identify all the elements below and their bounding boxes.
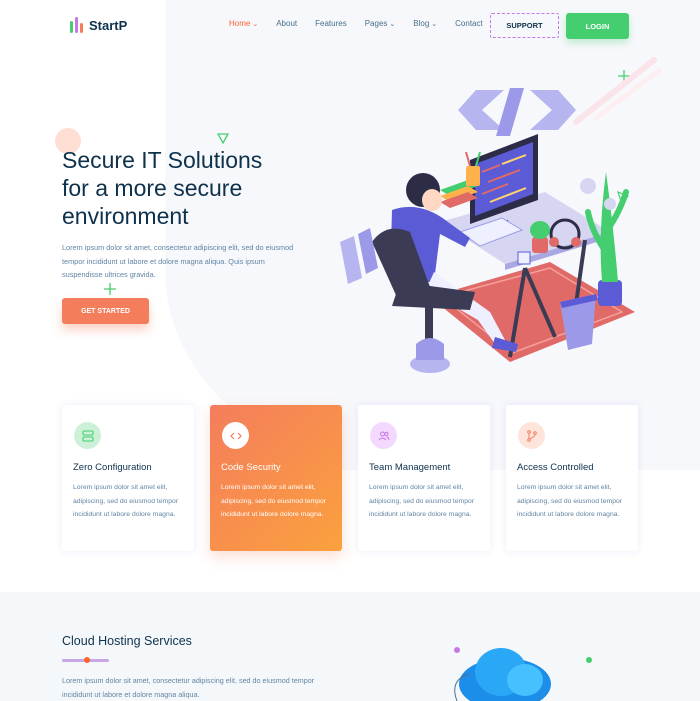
nav-label: Pages	[364, 19, 388, 28]
nav-label: Features	[315, 19, 347, 28]
hero-title-line: environment	[62, 203, 189, 229]
code-icon	[222, 422, 249, 449]
nav-label: About	[276, 19, 298, 28]
feature-title: Code Security	[221, 462, 281, 473]
main-menu: Home ⌄ About Features Pages ⌄ Blog ⌄ Con…	[229, 19, 501, 28]
code-symbol-icon	[458, 88, 576, 136]
feature-description: Lorem ipsum dolor sit amet elit, adipisc…	[73, 484, 179, 518]
server-icon	[74, 422, 101, 449]
feature-title: Zero Configuration	[73, 462, 152, 473]
chevron-down-icon: ⌄	[431, 20, 438, 28]
nav-label: Contact	[455, 19, 483, 28]
login-button[interactable]: LOGIN	[566, 13, 629, 39]
users-icon	[370, 422, 397, 449]
section-description: Lorem ipsum dolor sit amet, consectetur …	[62, 676, 315, 699]
hero-title: Secure IT Solutions for a more secure en…	[62, 146, 322, 230]
hero-title-line: Secure IT Solutions	[62, 147, 263, 173]
nav-item-contact[interactable]: Contact	[455, 19, 483, 28]
support-button[interactable]: SUPPORT	[490, 13, 559, 38]
nav-item-pages[interactable]: Pages ⌄	[365, 19, 396, 28]
feature-card[interactable]: Team Management Lorem ipsum dolor sit am…	[358, 405, 490, 551]
feature-title: Team Management	[369, 462, 451, 473]
brand-logo[interactable]: StartP	[70, 17, 127, 33]
feature-card[interactable]: Access Controlled Lorem ipsum dolor sit …	[506, 405, 638, 551]
hero-description: Lorem ipsum dolor sit amet, consectetur …	[62, 243, 294, 279]
navbar: StartP Home ⌄ About Features Pages ⌄ Blo…	[0, 0, 700, 52]
nav-label: Blog	[413, 19, 430, 28]
cloud-illustration	[454, 647, 592, 701]
chevron-down-icon: ⌄	[252, 20, 259, 28]
triangle-decoration-icon	[217, 133, 229, 144]
developer-desk-illustration	[340, 88, 635, 373]
feature-description: Lorem ipsum dolor sit amet elit, adipisc…	[517, 484, 623, 518]
nav-item-blog[interactable]: Blog ⌄	[413, 19, 437, 28]
nav-item-home[interactable]: Home ⌄	[229, 19, 258, 28]
feature-card-featured[interactable]: Code Security Lorem ipsum dolor sit amet…	[210, 405, 342, 551]
nav-item-about[interactable]: About	[276, 19, 297, 28]
brand-name: StartP	[89, 18, 128, 33]
feature-description: Lorem ipsum dolor sit amet elit, adipisc…	[221, 484, 327, 518]
nav-label: Home	[229, 19, 251, 28]
nav-item-features[interactable]: Features	[315, 19, 347, 28]
feature-card[interactable]: Zero Configuration Lorem ipsum dolor sit…	[62, 405, 194, 551]
section-title: Cloud Hosting Services	[62, 634, 192, 648]
git-branch-icon	[518, 422, 545, 449]
hero-title-line: for a more secure	[62, 175, 243, 201]
chevron-down-icon: ⌄	[389, 20, 396, 28]
feature-description: Lorem ipsum dolor sit amet elit, adipisc…	[369, 484, 475, 518]
get-started-button[interactable]: GET STARTED	[62, 298, 149, 324]
feature-title: Access Controlled	[517, 462, 594, 473]
plus-decoration-icon	[104, 283, 116, 295]
section-title-dot	[84, 657, 90, 663]
logo-bars-icon	[70, 17, 83, 33]
